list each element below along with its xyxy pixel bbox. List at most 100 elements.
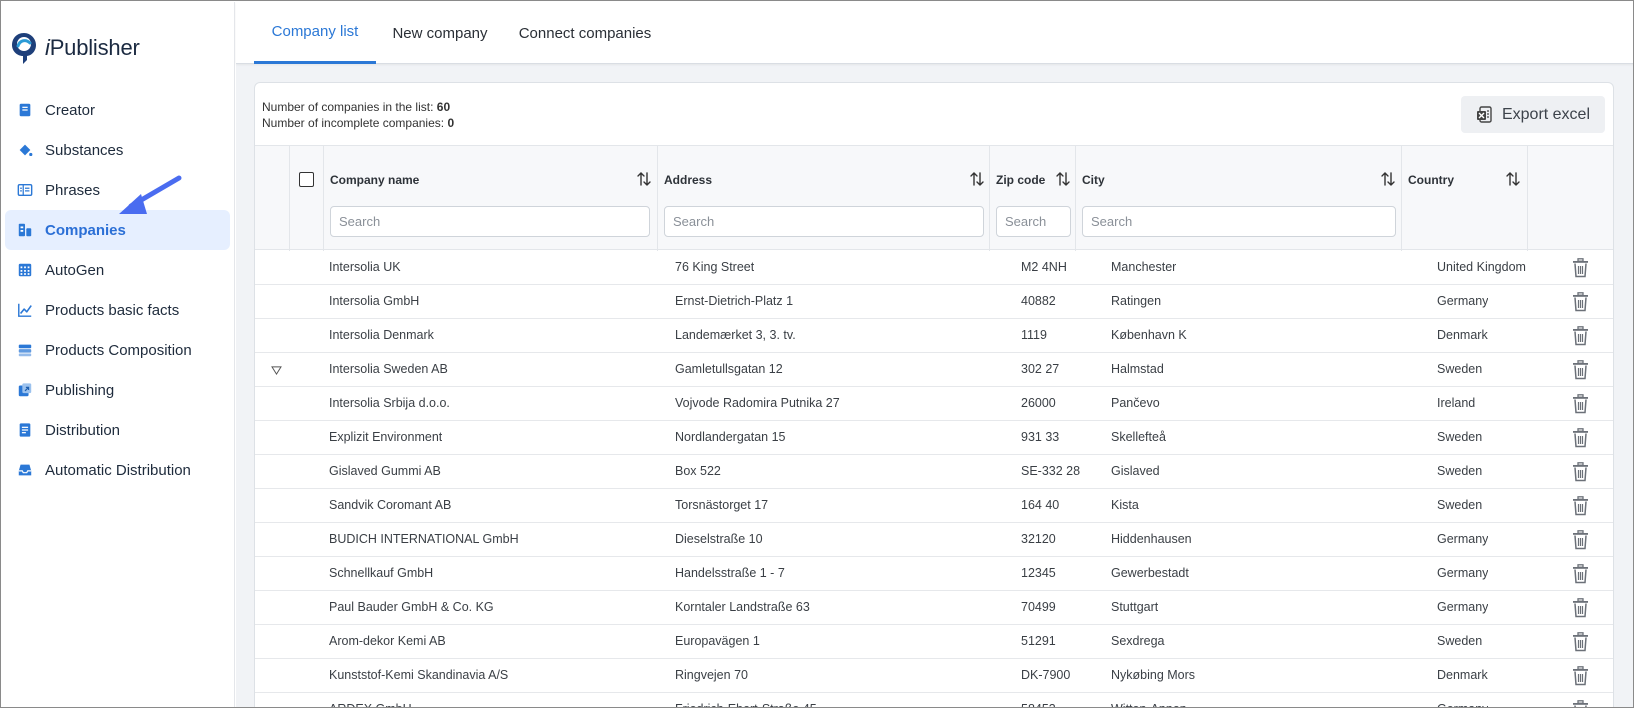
zip-code-cell: 1119	[1021, 328, 1047, 342]
table-row[interactable]: Intersolia GmbH Ernst-Dietrich-Platz 1 408…	[255, 285, 1613, 319]
table-header: Company name Address Zip code City	[255, 145, 1613, 251]
delete-company-icon[interactable]	[1569, 659, 1591, 693]
sidebar-item-creator[interactable]: Creator	[5, 90, 230, 130]
sort-icon[interactable]	[1505, 171, 1521, 187]
delete-company-icon[interactable]	[1569, 523, 1591, 557]
delete-company-icon[interactable]	[1569, 455, 1591, 489]
country-cell: Ireland	[1437, 396, 1476, 410]
delete-company-icon[interactable]	[1569, 285, 1591, 319]
sidebar-item-automatic-distribution[interactable]: Automatic Distribution	[5, 450, 230, 490]
annotation-arrow	[119, 175, 182, 214]
actions-column-header	[1527, 146, 1613, 251]
delete-company-icon[interactable]	[1569, 557, 1591, 591]
delete-company-icon[interactable]	[1569, 353, 1591, 387]
delete-company-icon[interactable]	[1569, 251, 1591, 285]
table-row[interactable]: BUDICH INTERNATIONAL GmbH Dieselstraße 10…	[255, 523, 1613, 557]
sidebar-item-label: Phrases	[45, 181, 101, 199]
table-row[interactable]: Arom-dekor Kemi AB Europavägen 1 51291 Sexd…	[255, 625, 1613, 659]
sort-icon[interactable]	[636, 171, 652, 187]
table-row[interactable]: Gislaved Gummi AB Box 522 SE-332 28 Gislave…	[255, 455, 1613, 489]
delete-company-icon[interactable]	[1569, 319, 1591, 353]
column-city-label: City	[1082, 173, 1105, 187]
zip-code-cell: 32120	[1021, 532, 1056, 546]
zip-code-cell: DK-7900	[1021, 668, 1071, 682]
table-row[interactable]: Intersolia UK 76 King Street M2 4NH Manches…	[255, 251, 1613, 285]
delete-company-icon[interactable]	[1569, 387, 1591, 421]
zip-code-search-input[interactable]	[996, 206, 1071, 237]
tab-connect-companies[interactable]: Connect companies	[504, 2, 666, 64]
table-row[interactable]: Schnellkauf GmbH Handelsstraße 1 - 7 12345…	[255, 557, 1613, 591]
column-address-label: Address	[664, 173, 713, 187]
brand-name: iPublisher	[45, 35, 140, 60]
excel-export-icon	[1476, 105, 1492, 123]
address-cell: Europavägen 1	[675, 634, 760, 648]
column-zip-code-label: Zip code	[996, 173, 1046, 187]
tab-bar: Company list New company Connect compani…	[236, 2, 1633, 64]
export-excel-button[interactable]: Export excel	[1461, 96, 1605, 133]
address-cell: Gamletullsgatan 12	[675, 362, 783, 376]
company-list-panel: Number of companies in the list: 60 Numb…	[254, 82, 1614, 707]
sidebar-item-products-composition[interactable]: Products Composition	[5, 330, 230, 370]
address-cell: Torsnästorget 17	[675, 498, 769, 512]
delete-company-icon[interactable]	[1569, 625, 1591, 659]
select-all-checkbox[interactable]	[299, 172, 314, 187]
company-name-cell: Schnellkauf GmbH	[329, 566, 434, 580]
sort-icon[interactable]	[1380, 171, 1396, 187]
sidebar-item-autogen[interactable]: AutoGen	[5, 250, 230, 290]
city-cell: Witten-Annen	[1111, 693, 1187, 707]
address-search-input[interactable]	[664, 206, 984, 237]
tab-company-list[interactable]: Company list	[254, 2, 376, 64]
sidebar-item-substances[interactable]: Substances	[5, 130, 230, 170]
company-name-cell: BUDICH INTERNATIONAL GmbH	[329, 532, 519, 546]
sidebar-item-distribution[interactable]: Distribution	[5, 410, 230, 450]
list-summary: Number of companies in the list: 60 Numb…	[262, 99, 454, 131]
calculator-icon	[16, 261, 34, 279]
table-row[interactable]: Paul Bauder GmbH & Co. KG Korntaler Lands…	[255, 591, 1613, 625]
phrases-list-icon	[16, 181, 34, 199]
brand-logo[interactable]: iPublisher	[9, 30, 140, 66]
export-excel-label: Export excel	[1501, 105, 1591, 123]
building-icon	[16, 221, 34, 239]
delete-company-icon[interactable]	[1569, 591, 1591, 625]
address-cell: Box 522	[675, 464, 721, 478]
company-name-cell: Kunststof-Kemi Skandinavia A/S	[329, 668, 509, 682]
sidebar-item-label: Products basic facts	[45, 301, 180, 319]
country-cell: United Kingdom	[1437, 260, 1526, 274]
sidebar-nav: Creator Substances Phrases Companies AutoGen…	[5, 90, 230, 490]
sidebar-item-label: Distribution	[45, 421, 121, 439]
company-name-search-input[interactable]	[330, 206, 650, 237]
sort-icon[interactable]	[969, 171, 985, 187]
city-cell: København K	[1111, 328, 1187, 342]
company-count-value: 60	[436, 100, 451, 114]
tab-new-company[interactable]: New company	[376, 2, 504, 64]
stack-icon	[16, 341, 34, 359]
country-cell: Denmark	[1437, 668, 1488, 682]
sort-icon[interactable]	[1055, 171, 1071, 187]
table-row[interactable]: Intersolia Sweden AB Gamletullsgatan 12 30…	[255, 353, 1613, 387]
zip-code-cell: 164 40	[1021, 498, 1060, 512]
company-name-cell: Intersolia Srbija d.o.o.	[329, 396, 450, 410]
sidebar-item-publishing[interactable]: Publishing	[5, 370, 230, 410]
column-country-label: Country	[1408, 173, 1454, 187]
column-zip-code: Zip code	[989, 146, 1075, 251]
sidebar-item-products-basic-facts[interactable]: Products basic facts	[5, 290, 230, 330]
table-row[interactable]: Intersolia Srbija d.o.o. Vojvode Radomira…	[255, 387, 1613, 421]
table-row[interactable]: Intersolia Denmark Landemærket 3, 3. tv. 1…	[255, 319, 1613, 353]
table-row[interactable]: ARDEX GmbH Friedrich-Ebert-Straße 45 58453…	[255, 693, 1613, 707]
zip-code-cell: 70499	[1021, 600, 1056, 614]
delete-company-icon[interactable]	[1569, 693, 1591, 707]
select-column-header	[289, 146, 323, 251]
sidebar-item-label: Companies	[45, 221, 126, 239]
address-cell: Nordlandergatan 15	[675, 430, 786, 444]
table-row[interactable]: Explizit Environment Nordlandergatan 15 93…	[255, 421, 1613, 455]
city-cell: Ratingen	[1111, 294, 1162, 308]
city-search-input[interactable]	[1082, 206, 1396, 237]
country-cell: Sweden	[1437, 362, 1483, 376]
table-row[interactable]: Kunststof-Kemi Skandinavia A/S Ringvejen …	[255, 659, 1613, 693]
expand-row-icon[interactable]	[268, 353, 284, 387]
column-company-name-label: Company name	[330, 173, 420, 187]
delete-company-icon[interactable]	[1569, 489, 1591, 523]
table-row[interactable]: Sandvik Coromant AB Torsnästorget 17 164 4…	[255, 489, 1613, 523]
company-name-cell: Arom-dekor Kemi AB	[329, 634, 446, 648]
delete-company-icon[interactable]	[1569, 421, 1591, 455]
